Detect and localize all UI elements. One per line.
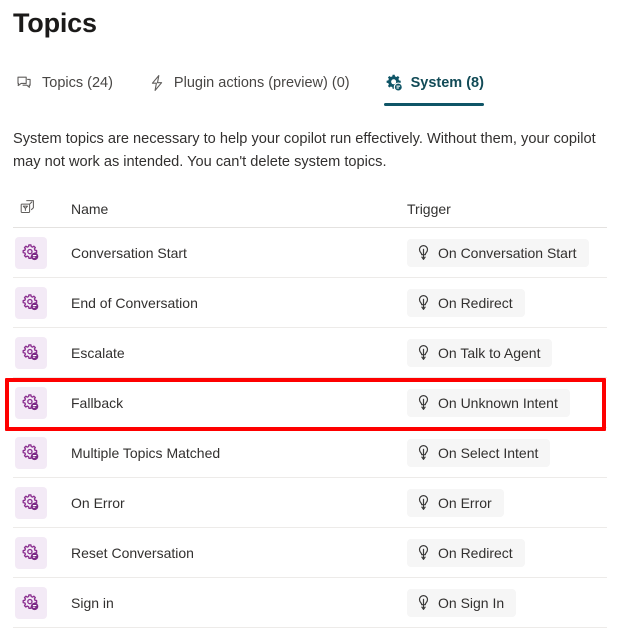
topic-name: On Error (71, 494, 125, 511)
trigger-pill[interactable]: On Error (407, 488, 504, 517)
topic-name: Reset Conversation (71, 544, 194, 561)
row-icon-cell (13, 436, 71, 469)
tab-plugin-actions[interactable]: Plugin actions (preview) (0) (145, 68, 360, 98)
trigger-pill[interactable]: On Select Intent (407, 438, 551, 467)
tab-system[interactable]: System (8) (382, 68, 494, 106)
topic-icon-badge (15, 286, 47, 319)
row-icon-cell (13, 486, 71, 519)
row-trigger-cell: On Redirect (407, 538, 607, 567)
topic-name: Sign in (71, 594, 114, 611)
topic-gear-icon (21, 593, 41, 613)
row-icon-cell (13, 586, 71, 619)
topic-name: End of Conversation (71, 294, 198, 311)
topic-icon-badge (15, 586, 47, 619)
table-row[interactable]: On Error On Error (13, 478, 607, 528)
row-icon-cell (13, 336, 71, 369)
tab-topics[interactable]: Topics (24) (13, 68, 123, 98)
table-row[interactable]: Conversation Start On Conversation Start (13, 228, 607, 278)
topic-gear-icon (21, 293, 41, 313)
row-trigger-cell: On Unknown Intent (407, 388, 607, 417)
column-header-trigger[interactable]: Trigger (407, 201, 607, 217)
topic-icon-badge (15, 536, 47, 569)
trigger-label: On Select Intent (438, 444, 539, 461)
trigger-bolt-icon (415, 544, 432, 561)
table-row[interactable]: End of Conversation On Redirect (13, 278, 607, 328)
topic-gear-icon (21, 393, 41, 413)
trigger-bolt-icon (415, 294, 432, 311)
page-title: Topics (13, 8, 97, 38)
row-trigger-cell: On Error (407, 488, 607, 517)
topic-icon-badge (15, 386, 47, 419)
system-topics-table: Name Trigger Conversation Start On Conve… (13, 190, 607, 628)
tab-label: Topics (24) (42, 75, 113, 91)
trigger-bolt-icon (415, 394, 432, 411)
trigger-bolt-icon (415, 594, 432, 611)
topic-icon-badge (15, 336, 47, 369)
trigger-bolt-icon (415, 494, 432, 511)
row-trigger-cell: On Conversation Start (407, 238, 607, 267)
trigger-pill[interactable]: On Conversation Start (407, 238, 589, 267)
trigger-pill[interactable]: On Sign In (407, 588, 517, 617)
row-trigger-cell: On Select Intent (407, 438, 607, 467)
row-icon-cell (13, 236, 71, 269)
chat-bubble-icon (15, 73, 35, 93)
trigger-bolt-icon (415, 444, 432, 461)
tab-bar: Topics (24) Plugin actions (preview) (0) (13, 68, 516, 106)
topic-icon-badge (15, 486, 47, 519)
tab-label: Plugin actions (preview) (0) (173, 75, 350, 91)
topic-gear-icon (21, 493, 41, 513)
row-icon-cell (13, 536, 71, 569)
row-icon-cell (13, 386, 71, 419)
row-icon-cell (13, 286, 71, 319)
column-header-icon (13, 198, 71, 219)
trigger-label: On Redirect (438, 544, 513, 561)
trigger-label: On Error (438, 494, 492, 511)
trigger-bolt-icon (415, 244, 432, 261)
topic-name: Fallback (71, 394, 124, 411)
topic-icon-badge (15, 236, 47, 269)
tab-label: System (8) (410, 75, 484, 91)
trigger-pill[interactable]: On Redirect (407, 538, 525, 567)
gear-badge-icon (384, 73, 404, 93)
topic-gear-icon (21, 343, 41, 363)
trigger-bolt-icon (415, 344, 432, 361)
trigger-label: On Conversation Start (438, 244, 577, 261)
topic-gear-icon (21, 243, 41, 263)
row-trigger-cell: On Talk to Agent (407, 338, 607, 367)
table-row[interactable]: Multiple Topics Matched On Select Intent (13, 428, 607, 478)
table-header-row: Name Trigger (13, 190, 607, 228)
trigger-pill[interactable]: On Redirect (407, 288, 525, 317)
trigger-label: On Redirect (438, 294, 513, 311)
topic-icon-badge (15, 436, 47, 469)
row-trigger-cell: On Sign In (407, 588, 607, 617)
table-row[interactable]: Sign in On Sign In (13, 578, 607, 628)
topic-name: Conversation Start (71, 244, 187, 261)
topic-gear-icon (21, 543, 41, 563)
row-trigger-cell: On Redirect (407, 288, 607, 317)
trigger-label: On Unknown Intent (438, 394, 558, 411)
table-row[interactable]: Fallback On Unknown Intent (13, 378, 607, 428)
topic-name: Escalate (71, 344, 125, 361)
column-header-name[interactable]: Name (71, 201, 407, 217)
tab-underline (383, 103, 484, 106)
cube-icon (17, 198, 38, 219)
topic-gear-icon (21, 443, 41, 463)
trigger-pill[interactable]: On Talk to Agent (407, 338, 553, 367)
trigger-pill[interactable]: On Unknown Intent (407, 388, 570, 417)
trigger-label: On Sign In (438, 594, 505, 611)
table-row[interactable]: Escalate On Talk to Agent (13, 328, 607, 378)
trigger-label: On Talk to Agent (438, 344, 541, 361)
table-body: Conversation Start On Conversation Start (13, 228, 607, 628)
table-row[interactable]: Reset Conversation On Redirect (13, 528, 607, 578)
system-topics-description: System topics are necessary to help your… (13, 131, 596, 170)
topic-name: Multiple Topics Matched (71, 444, 221, 461)
lightning-bolt-icon (147, 73, 167, 93)
topics-page: Topics Topics (24) Plugin actions (previ… (0, 0, 620, 629)
